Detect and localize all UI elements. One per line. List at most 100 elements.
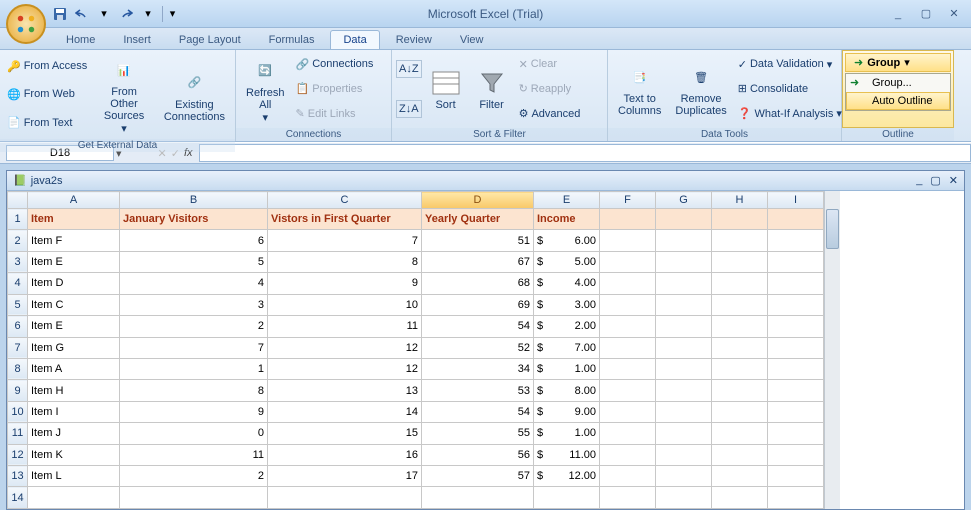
cell[interactable] [534,487,552,509]
cell[interactable]: 1 [120,358,268,379]
edit-links-button[interactable]: ✎Edit Links [293,106,377,121]
cell[interactable] [712,209,768,230]
undo-icon[interactable] [74,6,90,22]
cell[interactable] [712,294,768,315]
wb-maximize-button[interactable]: ▢ [930,174,940,187]
cell[interactable] [422,487,534,509]
cell[interactable] [768,230,824,251]
col-header-H[interactable]: H [712,192,768,209]
cell[interactable]: 53 [422,380,534,401]
menu-item-auto-outline[interactable]: Auto Outline [846,92,950,110]
row-header[interactable]: 9 [8,380,28,401]
cell[interactable] [712,466,768,487]
cell[interactable]: 69 [422,294,534,315]
cell[interactable]: 9 [268,273,422,294]
cell[interactable]: $ [534,380,552,401]
cell[interactable] [600,358,656,379]
cell[interactable]: $ [534,423,552,444]
tab-page-layout[interactable]: Page Layout [167,31,253,49]
cell[interactable] [712,380,768,401]
row-header[interactable]: 6 [8,316,28,337]
cell[interactable] [600,423,656,444]
row-header[interactable]: 13 [8,466,28,487]
cell[interactable]: $ [534,337,552,358]
cell[interactable]: 4.00 [552,273,600,294]
tab-view[interactable]: View [448,31,496,49]
cell[interactable] [768,209,824,230]
cell[interactable] [768,466,824,487]
cell[interactable]: 10 [268,294,422,315]
cell[interactable]: $ [534,273,552,294]
clear-filter-button[interactable]: ✕Clear [516,57,584,72]
cell[interactable] [712,444,768,465]
cell[interactable] [712,337,768,358]
cell[interactable]: Item D [28,273,120,294]
cell[interactable]: 2 [120,466,268,487]
qat-dropdown-icon[interactable]: ▾ [140,6,156,22]
spreadsheet-grid[interactable]: A B C D E F G H I 1ItemJanuary VisitorsV… [7,191,824,509]
cell[interactable] [600,380,656,401]
cell[interactable] [600,337,656,358]
cell[interactable] [656,230,712,251]
cell[interactable] [552,487,600,509]
minimize-button[interactable]: _ [889,7,907,21]
maximize-button[interactable]: ▢ [917,7,935,21]
cell[interactable]: Item H [28,380,120,401]
cell[interactable] [768,380,824,401]
sort-asc-button[interactable]: A↓Z [396,60,422,78]
cell[interactable]: 12 [268,337,422,358]
cell[interactable]: 54 [422,316,534,337]
cell[interactable] [656,316,712,337]
cell[interactable] [656,294,712,315]
cell[interactable] [656,423,712,444]
cell[interactable] [600,444,656,465]
cell[interactable]: Item F [28,230,120,251]
save-icon[interactable] [52,6,68,22]
cell[interactable] [768,337,824,358]
group-button[interactable]: ➜ Group ▾ [845,53,951,72]
cell[interactable]: 67 [422,251,534,272]
cell[interactable] [656,337,712,358]
tab-data[interactable]: Data [330,30,379,49]
cell[interactable] [656,380,712,401]
cell[interactable]: Item G [28,337,120,358]
cell[interactable]: 11 [268,316,422,337]
cell[interactable]: Item A [28,358,120,379]
select-all-button[interactable] [8,192,28,209]
scroll-thumb[interactable] [826,209,839,249]
cell[interactable] [712,487,768,509]
cell[interactable]: 5.00 [552,251,600,272]
cell[interactable]: Vistors in First Quarter [268,209,422,230]
col-header-B[interactable]: B [120,192,268,209]
cell[interactable] [656,358,712,379]
cell[interactable] [600,209,656,230]
cell[interactable] [600,401,656,422]
data-validation-button[interactable]: ✓Data Validation ▾ [735,57,845,72]
cell[interactable]: $ [534,444,552,465]
cell[interactable]: Item E [28,251,120,272]
cell[interactable] [656,251,712,272]
cell[interactable] [656,209,712,230]
from-web-button[interactable]: 🌐From Web [4,87,90,102]
cell[interactable]: January Visitors [120,209,268,230]
cell[interactable] [656,444,712,465]
from-access-button[interactable]: 🔑From Access [4,59,90,74]
tab-review[interactable]: Review [384,31,444,49]
cell[interactable]: 11 [120,444,268,465]
reapply-button[interactable]: ↻Reapply [516,81,584,96]
cell[interactable] [768,423,824,444]
row-header[interactable]: 1 [8,209,28,230]
cell[interactable] [28,487,120,509]
col-header-E[interactable]: E [534,192,600,209]
cell[interactable]: 52 [422,337,534,358]
col-header-D[interactable]: D [422,192,534,209]
cell[interactable]: Item E [28,316,120,337]
cell[interactable] [600,273,656,294]
properties-button[interactable]: 📋Properties [293,81,377,96]
tab-formulas[interactable]: Formulas [257,31,327,49]
cell[interactable]: 9 [120,401,268,422]
cell[interactable]: 51 [422,230,534,251]
cell[interactable] [268,487,422,509]
sort-button[interactable]: Sort [424,52,468,126]
cell[interactable] [712,273,768,294]
